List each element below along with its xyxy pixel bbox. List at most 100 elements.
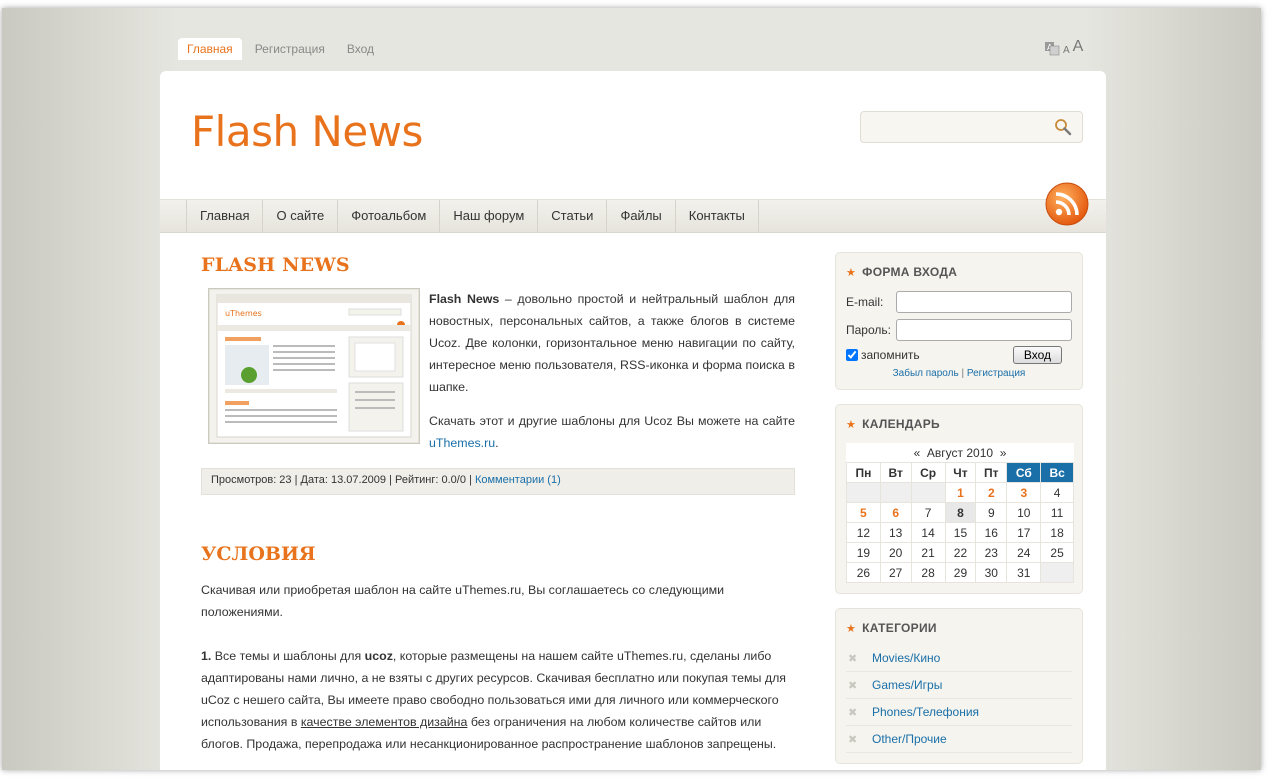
nav-item-forum[interactable]: Наш форум bbox=[439, 200, 537, 232]
link-separator: | bbox=[961, 368, 965, 379]
password-label: Пароль: bbox=[846, 323, 891, 337]
category-link-movies[interactable]: Movies/Кино bbox=[872, 651, 940, 665]
post-period: . bbox=[495, 436, 499, 450]
calendar-day: 23 bbox=[975, 542, 1008, 563]
main-container: Flash News Главная О сайте Фотоальбом На… bbox=[160, 71, 1106, 770]
rss-icon[interactable] bbox=[1045, 182, 1089, 226]
uthemes-link[interactable]: uThemes.ru bbox=[429, 436, 495, 450]
top-nav-home[interactable]: Главная bbox=[178, 38, 242, 60]
calendar-weekday: Пн bbox=[846, 462, 881, 483]
star-icon: ★ bbox=[846, 622, 857, 635]
calendar-title-text: КАЛЕНДАРЬ bbox=[862, 417, 940, 431]
search-box bbox=[860, 111, 1083, 143]
category-link-games[interactable]: Games/Игры bbox=[872, 678, 942, 692]
category-link-other[interactable]: Other/Прочие bbox=[872, 732, 947, 746]
top-nav-login[interactable]: Вход bbox=[338, 38, 383, 60]
email-field[interactable] bbox=[896, 291, 1072, 313]
nav-item-home[interactable]: Главная bbox=[186, 200, 262, 232]
calendar-day[interactable]: 3 bbox=[1006, 482, 1042, 503]
calendar-block: ★ КАЛЕНДАРЬ « Август 2010 » Пн Вт Ср Чт Пт Сб… bbox=[835, 404, 1083, 594]
register-link[interactable]: Регистрация bbox=[967, 368, 1025, 379]
calendar-day[interactable]: 6 bbox=[879, 502, 912, 523]
calendar-week-row: 19 20 21 22 23 24 25 bbox=[846, 542, 1074, 563]
calendar-empty-cell bbox=[846, 482, 881, 503]
login-block-title: ★ ФОРМА ВХОДА bbox=[846, 265, 1072, 279]
terms-ucoz-bold: ucoz bbox=[364, 649, 393, 663]
site-logo[interactable]: Flash News bbox=[191, 107, 423, 156]
category-item: ✖ Games/Игры bbox=[846, 672, 1072, 699]
calendar-day[interactable]: 5 bbox=[846, 502, 881, 523]
calendar-day[interactable]: 1 bbox=[944, 482, 977, 503]
template-preview-image: uThemes bbox=[216, 294, 412, 438]
calendar-weekdays-row: Пн Вт Ср Чт Пт Сб Вс bbox=[846, 462, 1074, 483]
email-label: E-mail: bbox=[846, 295, 884, 309]
category-item: ✖ Phones/Телефония bbox=[846, 699, 1072, 726]
calendar-day: 17 bbox=[1006, 522, 1042, 543]
search-icon[interactable] bbox=[1054, 118, 1072, 136]
calendar-day: 30 bbox=[975, 562, 1008, 583]
nav-item-contacts[interactable]: Контакты bbox=[674, 200, 759, 232]
calendar-next-button[interactable]: » bbox=[1000, 446, 1007, 460]
calendar-day: 20 bbox=[879, 542, 912, 563]
font-increase-button[interactable]: A bbox=[1073, 38, 1084, 56]
calendar-day: 7 bbox=[910, 502, 946, 523]
calendar-day: 16 bbox=[975, 522, 1008, 543]
nav-item-files[interactable]: Файлы bbox=[606, 200, 674, 232]
font-decrease-button[interactable]: A bbox=[1063, 45, 1070, 56]
calendar-prev-button[interactable]: « bbox=[914, 446, 921, 460]
calendar-day: 12 bbox=[846, 522, 881, 543]
categories-list: ✖ Movies/Кино ✖ Games/Игры ✖ Phones/Телефон… bbox=[846, 645, 1072, 753]
password-field[interactable] bbox=[896, 319, 1072, 341]
calendar-block-title: ★ КАЛЕНДАРЬ bbox=[846, 417, 1072, 431]
calendar-weekday: Сб bbox=[1006, 462, 1042, 483]
main-nav: Главная О сайте Фотоальбом Наш форум Ста… bbox=[160, 199, 1106, 233]
translate-icon[interactable]: A bbox=[1044, 40, 1060, 56]
calendar-day: 4 bbox=[1040, 482, 1074, 503]
calendar-weekday: Чт bbox=[944, 462, 977, 483]
remember-checkbox[interactable] bbox=[846, 349, 858, 361]
calendar-day: 31 bbox=[1006, 562, 1042, 583]
post-body: uThemes Flash News – довольно простой и … bbox=[201, 288, 795, 456]
calendar-day[interactable]: 2 bbox=[975, 482, 1008, 503]
post-text: Flash News – довольно простой и нейтраль… bbox=[429, 288, 795, 466]
bullet-icon: ✖ bbox=[848, 706, 858, 719]
calendar-day: 15 bbox=[944, 522, 977, 543]
categories-block: ★ КАТЕГОРИИ ✖ Movies/Кино ✖ Games/Игры ✖ Ph… bbox=[835, 608, 1083, 764]
calendar-week-row: 5 6 7 8 9 10 11 bbox=[846, 502, 1074, 523]
nav-item-articles[interactable]: Статьи bbox=[537, 200, 606, 232]
post-title[interactable]: FLASH NEWS bbox=[201, 254, 795, 276]
terms-intro: Скачивая или приобретая шаблон на сайте … bbox=[201, 583, 725, 619]
nav-item-photoalbum[interactable]: Фотоальбом bbox=[337, 200, 439, 232]
category-link-phones[interactable]: Phones/Телефония bbox=[872, 705, 979, 719]
font-size-tools: A A A bbox=[1044, 38, 1083, 56]
category-item: ✖ Other/Прочие bbox=[846, 726, 1072, 753]
forgot-password-link[interactable]: Забыл пароль bbox=[893, 368, 959, 379]
comments-link[interactable]: Комментарии (1) bbox=[475, 474, 561, 486]
bullet-icon: ✖ bbox=[848, 652, 858, 665]
post-thumbnail[interactable]: uThemes bbox=[208, 288, 420, 444]
remember-label: запомнить bbox=[861, 348, 920, 362]
star-icon: ★ bbox=[846, 418, 857, 431]
design-elements-link[interactable]: качестве элементов дизайна bbox=[301, 715, 468, 729]
calendar-week-row: 1234 bbox=[846, 482, 1074, 503]
page-background: Главная Регистрация Вход A A A Flash New… bbox=[2, 8, 1261, 770]
terms-number: 1. bbox=[201, 649, 212, 663]
calendar-month-label: Август 2010 bbox=[926, 445, 994, 460]
star-icon: ★ bbox=[846, 266, 857, 279]
calendar-weekday: Пт bbox=[975, 462, 1008, 483]
nav-item-about[interactable]: О сайте bbox=[262, 200, 337, 232]
login-button[interactable]: Вход bbox=[1012, 346, 1062, 364]
calendar-week-row: 12 13 14 15 16 17 18 bbox=[846, 522, 1074, 543]
calendar-weekday: Вс bbox=[1040, 462, 1074, 483]
calendar-day: 11 bbox=[1040, 502, 1074, 523]
login-block: ★ ФОРМА ВХОДА E-mail: Пароль: запомнить bbox=[835, 252, 1083, 390]
calendar-day: 21 bbox=[910, 542, 946, 563]
calendar-day: 26 bbox=[846, 562, 881, 583]
top-nav-register[interactable]: Регистрация bbox=[246, 38, 334, 60]
post-lead-bold: Flash News bbox=[429, 292, 500, 306]
remember-row: запомнить Вход bbox=[846, 346, 1072, 364]
top-nav: Главная Регистрация Вход bbox=[178, 38, 383, 60]
search-input[interactable] bbox=[861, 112, 1057, 140]
sidebar: ★ ФОРМА ВХОДА E-mail: Пароль: запомнить bbox=[835, 252, 1083, 770]
calendar-day: 13 bbox=[879, 522, 912, 543]
